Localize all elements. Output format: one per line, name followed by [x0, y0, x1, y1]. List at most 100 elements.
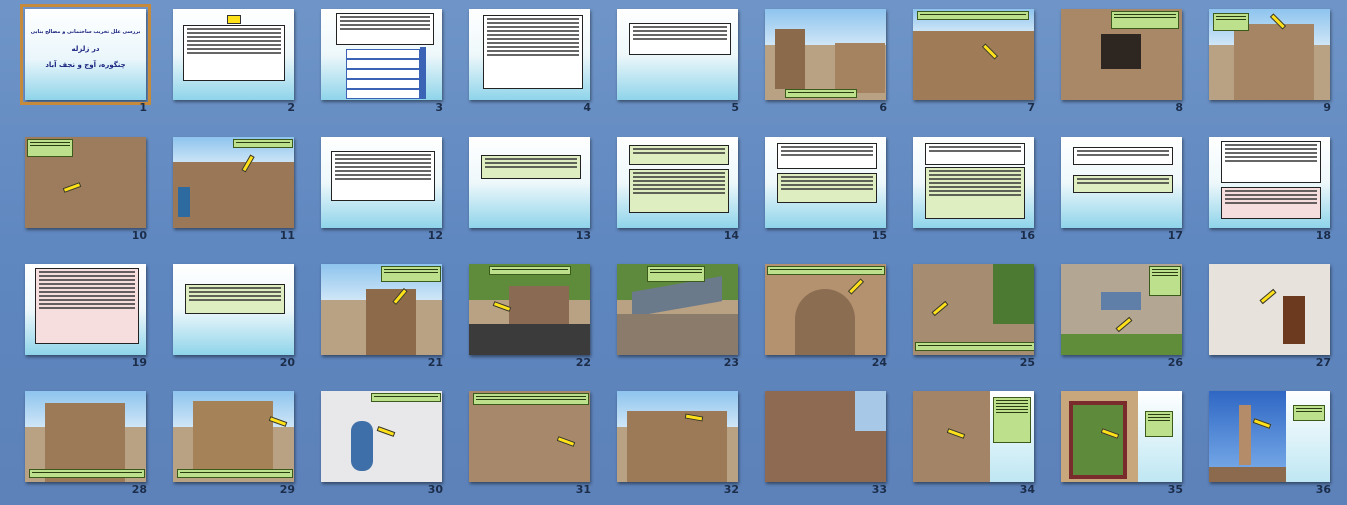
slide-thumbnail[interactable] [765, 264, 886, 355]
text-box [629, 145, 729, 165]
slide-6[interactable]: 6 [740, 0, 888, 118]
slide-13[interactable]: 13 [444, 128, 592, 246]
slide-number: 14 [723, 229, 739, 242]
slide-thumbnail[interactable] [321, 391, 442, 482]
slide-thumbnail[interactable] [765, 137, 886, 228]
slide-31[interactable]: 31 [444, 382, 592, 500]
slide-9[interactable]: 9 [1184, 0, 1332, 118]
slide-21[interactable]: 21 [296, 255, 444, 373]
slide-number: 4 [583, 101, 591, 114]
slide-15[interactable]: 15 [740, 128, 888, 246]
slide-19[interactable]: 19 [0, 255, 148, 373]
slide-number: 12 [427, 229, 443, 242]
text-box [925, 143, 1025, 165]
slide-thumbnail[interactable] [173, 9, 294, 100]
slide-number: 22 [575, 356, 591, 369]
list-item [346, 59, 420, 69]
slide-10[interactable]: 10 [0, 128, 148, 246]
slide-thumbnail[interactable] [321, 9, 442, 100]
slide-thumbnail[interactable] [913, 137, 1034, 228]
text-box [1221, 141, 1321, 183]
slide-number: 6 [879, 101, 887, 114]
slide-thumbnail[interactable] [617, 391, 738, 482]
slide-5[interactable]: 5 [592, 0, 740, 118]
slide-1[interactable]: بررسی علل تخریب ساختمانی و مصالح بنایی د… [0, 0, 151, 118]
slide-33[interactable]: 33 [740, 382, 888, 500]
title-slide-villages: چنگوره، آوج و نجف آباد [45, 61, 126, 69]
slide-32[interactable]: 32 [592, 382, 740, 500]
slide-thumbnail[interactable] [1061, 264, 1182, 355]
title-slide-place: در زلزله [71, 45, 100, 53]
slide-number: 19 [131, 356, 147, 369]
slide-thumbnail[interactable] [617, 137, 738, 228]
slide-number: 28 [131, 483, 147, 496]
slide-thumbnail[interactable]: بررسی علل تخریب ساختمانی و مصالح بنایی د… [20, 4, 151, 105]
slide-36[interactable]: 36 [1184, 382, 1332, 500]
slide-thumbnail[interactable] [765, 9, 886, 100]
slide-23[interactable]: 23 [592, 255, 740, 373]
photo-caption [1213, 13, 1249, 31]
slide-thumbnail[interactable] [469, 9, 590, 100]
photo-caption [1111, 11, 1179, 29]
slide-number: 23 [723, 356, 739, 369]
text-box [483, 15, 583, 89]
slide-14[interactable]: 14 [592, 128, 740, 246]
slide-thumbnail[interactable] [913, 264, 1034, 355]
slide-thumbnail[interactable] [173, 264, 294, 355]
slide-25[interactable]: 25 [888, 255, 1036, 373]
slide-thumbnail[interactable] [617, 264, 738, 355]
slide-number: 21 [427, 356, 443, 369]
slide-4[interactable]: 4 [444, 0, 592, 118]
slide-thumbnail[interactable] [469, 137, 590, 228]
slide-number: 16 [1019, 229, 1035, 242]
slide-7[interactable]: 7 [888, 0, 1036, 118]
slide-number: 36 [1315, 483, 1331, 496]
slide-thumbnail[interactable] [913, 391, 1034, 482]
slide-16[interactable]: 16 [888, 128, 1036, 246]
slide-thumbnail[interactable] [1061, 137, 1182, 228]
slide-thumbnail[interactable] [1209, 391, 1330, 482]
slide-thumbnail[interactable] [25, 264, 146, 355]
slide-22[interactable]: 22 [444, 255, 592, 373]
slide-20[interactable]: 20 [148, 255, 296, 373]
slide-8[interactable]: 8 [1036, 0, 1184, 118]
slide-11[interactable]: 11 [148, 128, 296, 246]
slide-thumbnail[interactable] [1209, 264, 1330, 355]
slide-thumbnail[interactable] [173, 137, 294, 228]
slide-thumbnail[interactable] [617, 9, 738, 100]
slide-30[interactable]: 30 [296, 382, 444, 500]
slide-thumbnail[interactable] [469, 264, 590, 355]
slide-2[interactable]: 2 [148, 0, 296, 118]
slide-3[interactable]: 3 [296, 0, 444, 118]
slide-number: 32 [723, 483, 739, 496]
slide-thumbnail[interactable] [25, 137, 146, 228]
text-box [331, 151, 435, 201]
slide-number: 7 [1027, 101, 1035, 114]
slide-18[interactable]: 18 [1184, 128, 1332, 246]
slide-thumbnail[interactable] [173, 391, 294, 482]
slide-35[interactable]: 35 [1036, 382, 1184, 500]
slide-thumbnail[interactable] [321, 264, 442, 355]
slide-34[interactable]: 34 [888, 382, 1036, 500]
slide-27[interactable]: 27 [1184, 255, 1332, 373]
photo-caption [1149, 266, 1181, 296]
slide-thumbnail[interactable] [321, 137, 442, 228]
slide-thumbnail[interactable] [765, 391, 886, 482]
slide-thumbnail[interactable] [25, 391, 146, 482]
slide-thumbnail[interactable] [469, 391, 590, 482]
slide-thumbnail[interactable] [1209, 9, 1330, 100]
slide-26[interactable]: 26 [1036, 255, 1184, 373]
slide-12[interactable]: 12 [296, 128, 444, 246]
slide-17[interactable]: 17 [1036, 128, 1184, 246]
slide-thumbnail[interactable] [1209, 137, 1330, 228]
slide-thumbnail[interactable] [1061, 9, 1182, 100]
heading-tag-icon [227, 15, 241, 24]
slide-number: 25 [1019, 356, 1035, 369]
slide-29[interactable]: 29 [148, 382, 296, 500]
slide-thumbnail[interactable] [1061, 391, 1182, 482]
slide-28[interactable]: 28 [0, 382, 148, 500]
slide-thumbnail[interactable] [913, 9, 1034, 100]
list-item [346, 89, 420, 99]
slide-number: 15 [871, 229, 887, 242]
slide-24[interactable]: 24 [740, 255, 888, 373]
